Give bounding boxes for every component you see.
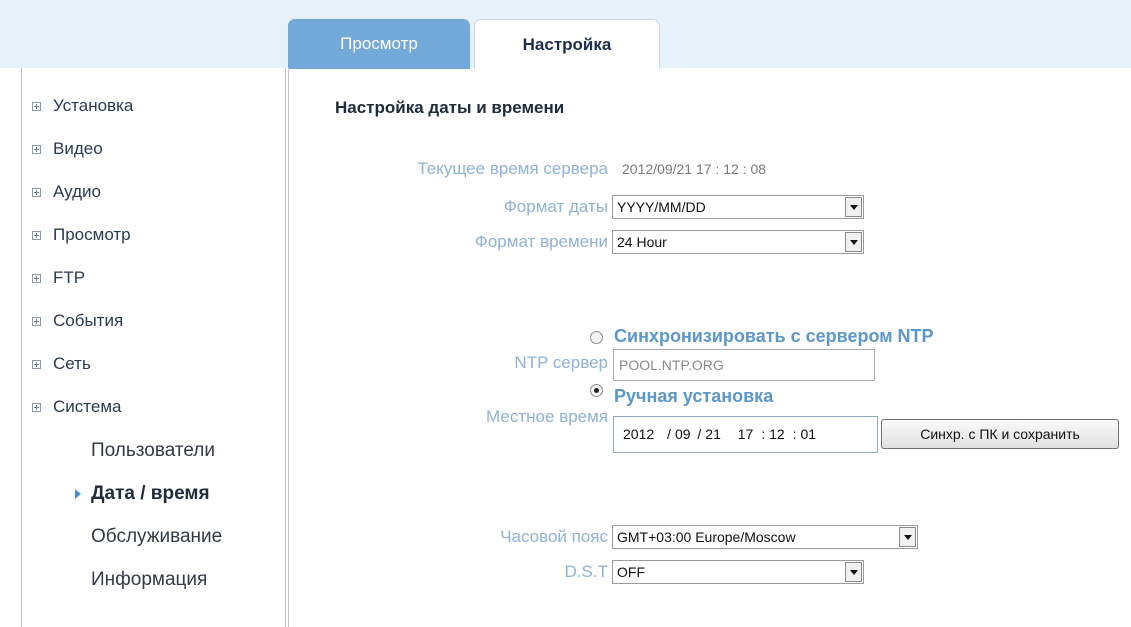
chevron-down-icon[interactable] (845, 562, 862, 582)
sidebar-item-label: Система (53, 397, 122, 416)
sidebar-item-ftp[interactable]: FTP (32, 266, 85, 290)
date-format-select[interactable]: YYYY/MM/DD (612, 195, 864, 219)
hour-field[interactable]: 17 (738, 417, 754, 452)
sidebar-item-view[interactable]: Просмотр (32, 223, 131, 247)
sync-pc-save-button[interactable]: Синхр. с ПК и сохранить (881, 419, 1119, 449)
dst-select[interactable]: OFF (612, 560, 864, 584)
local-time-input[interactable]: 2012 /09 /21 17 :12 :01 (613, 416, 878, 453)
sidebar-item-label: Просмотр (53, 225, 131, 244)
minute-field[interactable]: 12 (769, 417, 785, 452)
sidebar-item-label: Установка (53, 96, 134, 115)
sidebar-item-label: События (53, 311, 124, 330)
chevron-down-icon[interactable] (845, 232, 862, 252)
dst-label: D.S.T (564, 562, 608, 581)
manual-set-label[interactable]: Ручная установка (614, 386, 773, 407)
second-field[interactable]: 01 (800, 417, 816, 452)
date-separator: / (667, 426, 671, 442)
collapse-icon (32, 402, 41, 412)
tab-settings[interactable]: Настройка (474, 19, 660, 69)
expand-icon (32, 101, 41, 111)
ntp-sync-label[interactable]: Синхронизировать с сервером NTP (614, 326, 934, 347)
server-time-label: Текущее время сервера (417, 159, 608, 178)
time-format-value: 24 Hour (617, 234, 667, 250)
ntp-sync-radio[interactable] (590, 331, 603, 344)
main-panel-border (288, 68, 289, 627)
expand-icon (32, 187, 41, 197)
sidebar-subitem-users[interactable]: Пользователи (91, 438, 215, 464)
year-field[interactable]: 2012 (623, 417, 654, 452)
expand-icon (32, 316, 41, 326)
expand-icon (32, 230, 41, 240)
sidebar-item-label: FTP (53, 268, 86, 287)
day-field[interactable]: 21 (705, 417, 721, 452)
manual-set-radio[interactable] (590, 384, 603, 397)
local-time-label: Местное время (486, 407, 608, 426)
ntp-server-label: NTP сервер (514, 353, 608, 372)
month-field[interactable]: 09 (675, 417, 691, 452)
date-separator: / (697, 426, 702, 442)
chevron-down-icon[interactable] (845, 197, 862, 217)
expand-icon (32, 144, 41, 154)
sidebar-item-events[interactable]: События (32, 309, 123, 333)
server-time-value: 2012/09/21 17 : 12 : 08 (622, 161, 767, 177)
expand-icon (32, 273, 41, 283)
date-format-value: YYYY/MM/DD (617, 199, 706, 215)
tab-view[interactable]: Просмотр (288, 19, 470, 69)
sidebar-item-audio[interactable]: Аудио (32, 180, 101, 204)
sidebar-subitem-information[interactable]: Информация (91, 567, 207, 593)
date-format-label: Формат даты (503, 197, 608, 216)
time-format-label: Формат времени (474, 232, 608, 251)
timezone-label: Часовой пояс (500, 527, 608, 546)
time-separator: : (761, 426, 766, 442)
sidebar-item-label: Сеть (53, 354, 91, 373)
time-format-select[interactable]: 24 Hour (612, 230, 864, 254)
sidebar-item-video[interactable]: Видео (32, 137, 103, 161)
sidebar-item-label: Видео (53, 139, 103, 158)
sidebar-item-setup[interactable]: Установка (32, 94, 133, 118)
active-arrow-icon (75, 489, 81, 499)
chevron-down-icon[interactable] (899, 527, 916, 547)
timezone-select[interactable]: GMT+03:00 Europe/Moscow (612, 525, 918, 549)
timezone-value: GMT+03:00 Europe/Moscow (617, 529, 796, 545)
sidebar-subitem-datetime[interactable]: Дата / время (91, 481, 210, 507)
page-title: Настройка даты и времени (335, 98, 565, 117)
expand-icon (32, 359, 41, 369)
sidebar-subitem-maintenance[interactable]: Обслуживание (91, 524, 222, 550)
dst-value: OFF (617, 564, 645, 580)
time-separator: : (792, 426, 797, 442)
sidebar-item-network[interactable]: Сеть (32, 352, 91, 376)
ntp-server-input[interactable]: POOL.NTP.ORG (613, 349, 875, 381)
sidebar-item-label: Аудио (53, 182, 101, 201)
sidebar-item-system[interactable]: Система (32, 395, 121, 419)
